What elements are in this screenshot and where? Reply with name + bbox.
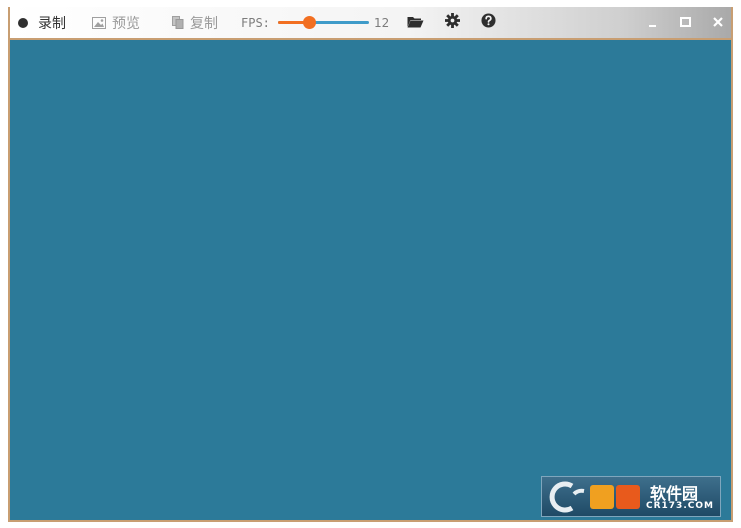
- gear-icon: [444, 13, 460, 32]
- recorder-window: 录制 预览 复制 FPS: 12: [8, 7, 733, 522]
- record-label: 录制: [38, 15, 66, 32]
- close-button[interactable]: [704, 7, 732, 35]
- image-icon: [92, 16, 106, 29]
- minimize-icon: [649, 12, 657, 31]
- record-button[interactable]: 录制: [18, 7, 66, 38]
- minimize-button[interactable]: [639, 7, 667, 35]
- preview-label: 预览: [112, 15, 140, 32]
- watermark-emblem: [549, 481, 640, 513]
- copy-icon: [172, 16, 184, 29]
- open-folder-button[interactable]: [404, 7, 426, 38]
- copy-label: 复制: [190, 15, 218, 32]
- toolbar: 录制 预览 复制 FPS: 12: [10, 7, 731, 40]
- copy-button[interactable]: 复制: [172, 7, 218, 38]
- help-button[interactable]: [477, 7, 499, 38]
- preview-button[interactable]: 预览: [92, 7, 140, 38]
- capture-area[interactable]: [10, 40, 731, 520]
- fps-slider-thumb[interactable]: [302, 16, 316, 29]
- maximize-icon: [679, 12, 691, 31]
- maximize-button[interactable]: [671, 7, 699, 35]
- watermark-domain: CR173.COM: [646, 501, 714, 511]
- watermark-logo: 软件园 CR173.COM: [541, 476, 721, 517]
- close-icon: [713, 12, 723, 31]
- fps-label: FPS:: [241, 15, 270, 30]
- record-dot-icon: [18, 17, 28, 28]
- settings-button[interactable]: [441, 7, 463, 38]
- folder-open-icon: [407, 13, 424, 32]
- help-icon: [480, 13, 496, 32]
- fps-value: 12: [374, 15, 390, 30]
- fps-slider[interactable]: [278, 7, 369, 38]
